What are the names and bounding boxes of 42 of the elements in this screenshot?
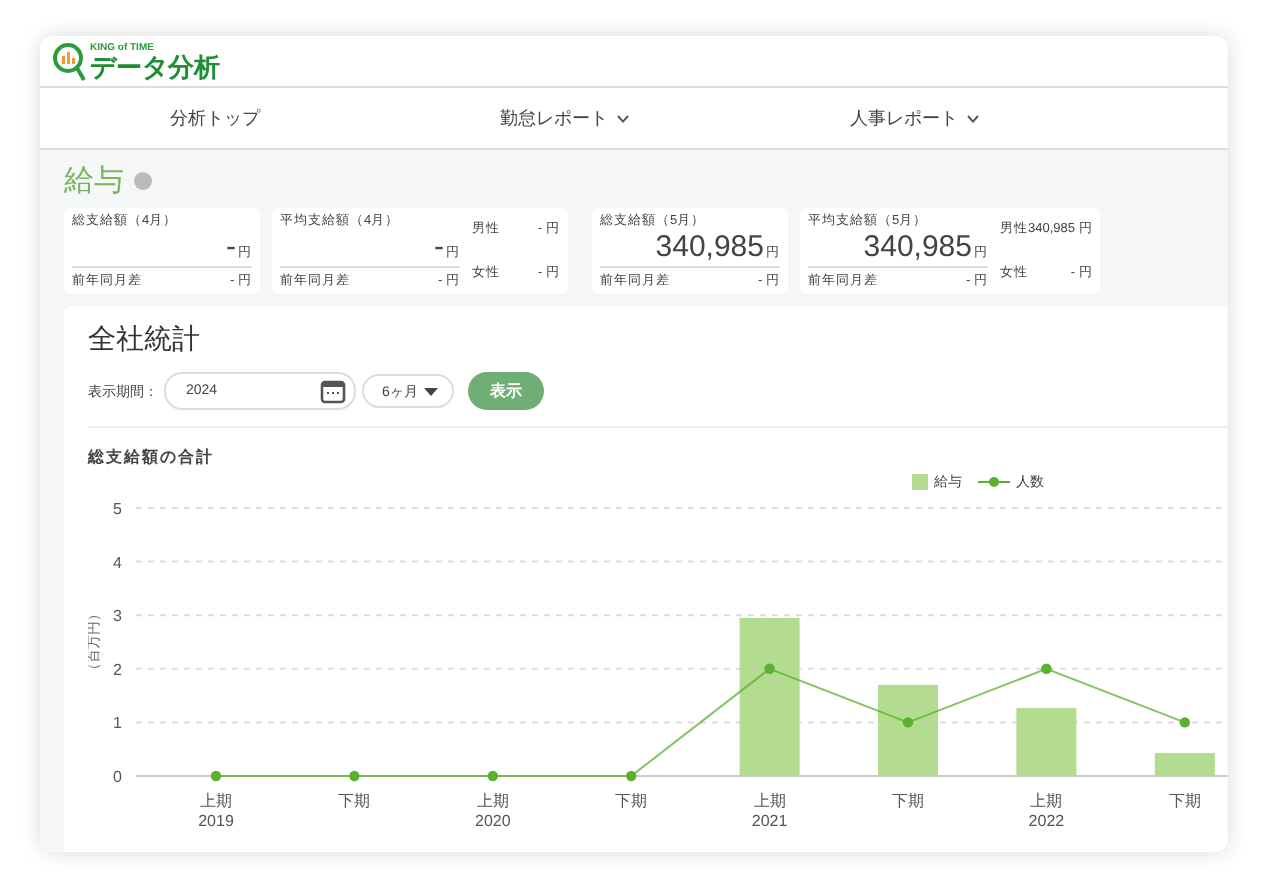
nav-link[interactable]: 分析トップ bbox=[40, 105, 390, 132]
y-tick-label: 3 bbox=[113, 607, 122, 626]
section-title: 給与 bbox=[64, 162, 124, 200]
panel-title: 全社統計 bbox=[88, 322, 202, 358]
chevron-down-icon bbox=[966, 113, 980, 124]
x-tick-label: 下期 bbox=[615, 792, 648, 810]
y-tick-label: 5 bbox=[113, 500, 122, 518]
caret-icon bbox=[424, 387, 438, 395]
nav-link[interactable]: 人事レポート bbox=[740, 105, 1090, 132]
chart-point bbox=[1041, 663, 1052, 674]
chart-bar bbox=[878, 684, 938, 776]
x-tick-label: 上期 2019 bbox=[198, 792, 234, 830]
magnifier-chart-icon bbox=[52, 41, 86, 82]
chevron-down-icon bbox=[616, 113, 630, 124]
chart-point bbox=[626, 770, 637, 782]
x-tick-label: 上期 2020 bbox=[475, 792, 511, 830]
chart-point bbox=[1179, 717, 1190, 728]
chart-point bbox=[210, 770, 222, 782]
chart-bar bbox=[1154, 752, 1215, 776]
x-tick-label: 上期 2021 bbox=[751, 792, 788, 830]
stat-value: 340,985 bbox=[863, 230, 972, 264]
nav-link[interactable]: 勤怠レポート bbox=[390, 105, 740, 132]
x-tick-label: 下期 bbox=[1168, 792, 1201, 810]
y-tick-label: 4 bbox=[113, 553, 122, 572]
stat-value: - bbox=[226, 230, 236, 264]
y-tick-label: 0 bbox=[113, 768, 122, 786]
chart-title: 総支給額の合計 bbox=[88, 446, 216, 468]
stat-value: 340,985 bbox=[655, 230, 764, 264]
stat-value: - bbox=[434, 230, 444, 264]
chart-point bbox=[349, 770, 360, 782]
x-tick-label: 上期 2022 bbox=[1028, 792, 1065, 830]
chart-point bbox=[487, 770, 498, 782]
app-title: データ分析 bbox=[90, 53, 220, 80]
chart-bar bbox=[1016, 707, 1077, 776]
chart-point bbox=[764, 663, 775, 674]
chart-point bbox=[902, 717, 914, 728]
x-tick-label: 下期 bbox=[892, 792, 924, 810]
x-tick-label: 下期 bbox=[338, 792, 371, 810]
y-tick-label: 2 bbox=[113, 660, 122, 679]
calendar-icon bbox=[320, 378, 346, 404]
y-tick-label: 1 bbox=[113, 714, 122, 733]
info-icon[interactable] bbox=[134, 172, 152, 190]
